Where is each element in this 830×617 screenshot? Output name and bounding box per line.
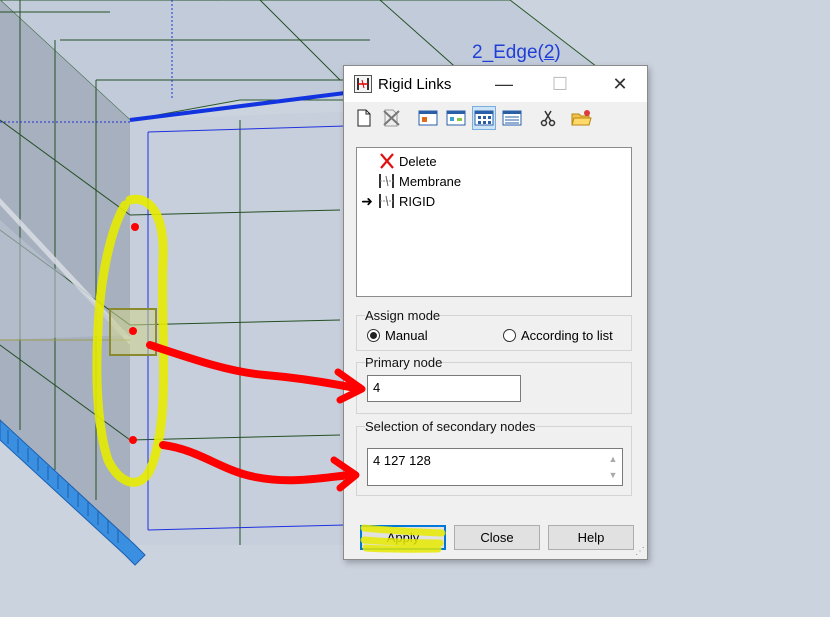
list-item[interactable]: Membrane	[357, 171, 627, 191]
close-window-button[interactable]: ✕	[600, 70, 640, 98]
dialog-toolbar	[350, 106, 640, 132]
list-item-label: Membrane	[399, 173, 462, 189]
list-item-label: Delete	[399, 153, 437, 169]
close-button[interactable]: Close	[454, 525, 540, 550]
view-icon-1[interactable]	[416, 106, 440, 130]
cut-icon[interactable]	[536, 106, 560, 130]
edge-label[interactable]: 2_Edge(2)	[472, 42, 561, 64]
view-icon-2[interactable]	[444, 106, 468, 130]
rigid-link-icon	[379, 194, 394, 208]
scroll-down-icon[interactable]: ▼	[606, 467, 620, 483]
list-item-selected[interactable]: ➜ RIGID	[357, 191, 627, 211]
list-view-icon[interactable]	[500, 106, 524, 130]
open-folder-icon[interactable]	[570, 106, 594, 130]
help-button[interactable]: Help	[548, 525, 634, 550]
manual-radio[interactable]: Manual	[367, 328, 428, 343]
list-item-label: RIGID	[399, 193, 436, 209]
secondary-nodes-value: 4 127 128	[373, 453, 431, 468]
list-item[interactable]: Delete	[357, 151, 627, 171]
radio-button-unchecked-icon[interactable]	[503, 329, 516, 342]
secondary-nodes-group: Selection of secondary nodes 4 127 128 ▲…	[356, 419, 632, 496]
primary-node-input[interactable]: 4	[367, 375, 521, 402]
apply-button[interactable]: Apply	[360, 525, 446, 550]
primary-node-label: Primary node	[365, 355, 443, 370]
new-document-icon[interactable]	[352, 106, 376, 130]
minimize-button[interactable]: —	[484, 70, 524, 98]
red-x-icon	[380, 153, 394, 169]
edge-label-close: )	[554, 42, 561, 63]
radio-button-checked-icon[interactable]	[367, 329, 380, 342]
rigid-links-icon	[354, 75, 372, 93]
edge-label-name: 2_Edge	[472, 42, 538, 63]
primary-node-group: Primary node 4	[356, 355, 632, 414]
according-to-list-radio-label: According to list	[521, 328, 613, 343]
maximize-button[interactable]: ☐	[540, 70, 580, 98]
according-to-list-radio[interactable]: According to list	[503, 328, 613, 343]
rigid-links-dialog[interactable]: Rigid Links — ☐ ✕ Delete Membrane ➜ RIGI…	[343, 65, 648, 560]
title-bar[interactable]: Rigid Links — ☐ ✕	[344, 66, 647, 102]
edge-label-number: 2	[543, 42, 555, 63]
table-view-icon[interactable]	[472, 106, 496, 130]
resize-grip-icon[interactable]: ⋰	[635, 546, 645, 557]
scroll-up-icon[interactable]: ▲	[606, 451, 620, 467]
secondary-nodes-input[interactable]: 4 127 128 ▲ ▼	[367, 448, 623, 486]
rigid-link-type-list[interactable]: Delete Membrane ➜ RIGID	[356, 147, 632, 297]
textarea-scrollbar[interactable]: ▲ ▼	[606, 451, 620, 485]
manual-radio-label: Manual	[385, 328, 428, 343]
rigid-link-icon	[379, 174, 394, 188]
primary-node-marker[interactable]	[109, 308, 157, 356]
dialog-title: Rigid Links	[378, 76, 452, 93]
current-item-arrow-icon: ➜	[361, 192, 373, 209]
secondary-nodes-label: Selection of secondary nodes	[365, 419, 536, 434]
assign-mode-group: Assign mode Manual According to list	[356, 308, 632, 351]
delete-icon[interactable]	[380, 106, 404, 130]
assign-mode-label: Assign mode	[365, 308, 441, 323]
